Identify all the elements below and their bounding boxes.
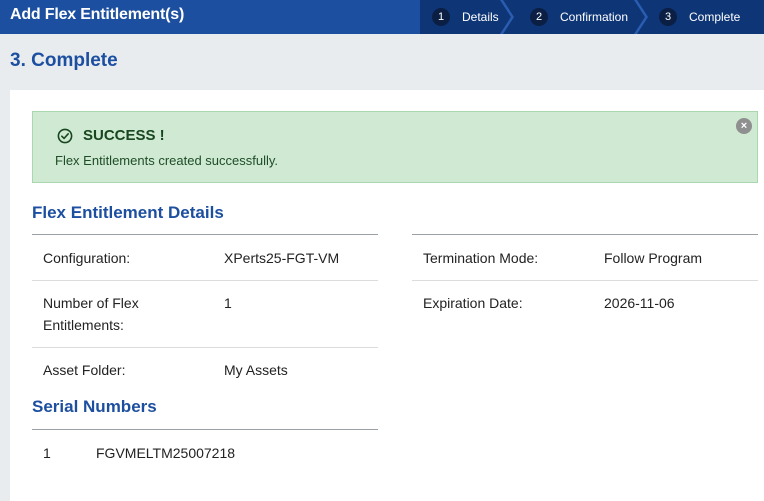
termination-mode-label: Termination Mode:: [423, 250, 539, 266]
step-details: 1 Details: [432, 0, 499, 34]
serial-section-title: Serial Numbers: [32, 397, 157, 416]
alert-heading: SUCCESS !: [83, 127, 165, 144]
step-confirmation: 2 Confirmation: [530, 0, 628, 34]
serial-row-index: 1: [43, 445, 51, 461]
flex-count-label: Number of Flex Entitlements:: [43, 295, 139, 333]
details-left-rule: [32, 234, 378, 235]
asset-folder-value: My Assets: [224, 362, 288, 378]
termination-mode-value: Follow Program: [604, 250, 703, 266]
asset-folder-label: Asset Folder:: [43, 362, 126, 378]
expiration-date-label: Expiration Date:: [423, 295, 523, 311]
step-chevron-icon: [500, 0, 514, 34]
close-alert-button[interactable]: ×: [736, 118, 752, 134]
step-label: Complete: [689, 10, 741, 24]
step-label: Details: [462, 10, 499, 24]
step-number: 3: [659, 8, 677, 26]
details-right-rule: [412, 234, 758, 235]
details-section-title: Flex Entitlement Details: [32, 203, 224, 222]
step-chevron-icon: [634, 0, 648, 34]
serial-row-number: FGVMELTM25007218: [96, 445, 236, 461]
serial-rule: [32, 429, 378, 430]
configuration-label: Configuration:: [43, 250, 131, 266]
page-title: 3. Complete: [10, 50, 118, 71]
row-divider: [32, 347, 378, 348]
step-label: Confirmation: [560, 10, 629, 24]
configuration-value: XPerts25-FGT-VM: [224, 250, 340, 266]
expiration-date-value: 2026-11-06: [604, 295, 675, 311]
row-divider: [412, 280, 758, 281]
success-alert: SUCCESS ! Flex Entitlements created succ…: [32, 111, 758, 183]
flex-count-value: 1: [224, 295, 232, 311]
dialog-title: Add Flex Entitlement(s): [10, 6, 185, 23]
row-divider: [32, 280, 378, 281]
step-complete: 3 Complete: [659, 0, 740, 34]
alert-message: Flex Entitlements created successfully.: [55, 153, 279, 168]
check-circle-icon: [57, 128, 73, 144]
step-number: 2: [530, 8, 548, 26]
step-number: 1: [432, 8, 450, 26]
